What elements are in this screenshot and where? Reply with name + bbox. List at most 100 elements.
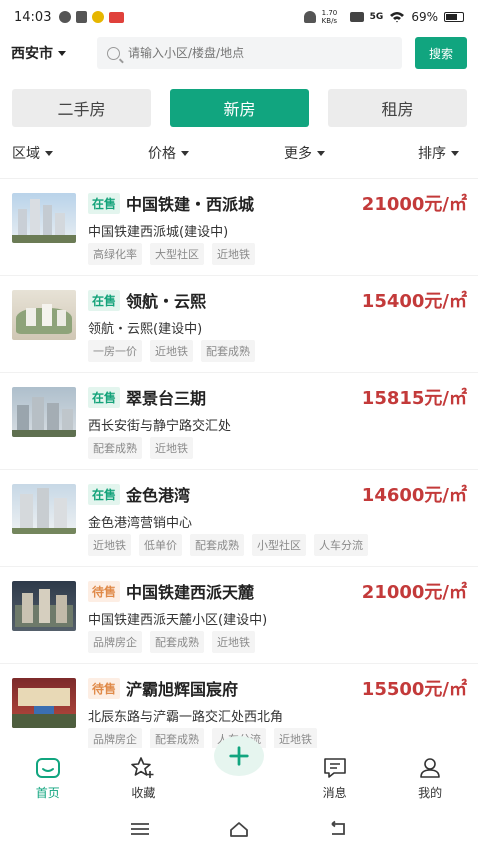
nav-favorites-label: 收藏 xyxy=(131,785,156,800)
listing-thumbnail xyxy=(12,581,76,631)
tag: 近地铁 xyxy=(212,243,255,265)
menu-icon[interactable] xyxy=(129,820,151,838)
network-type: 5G xyxy=(369,12,384,22)
listing-tags: 一房一价 近地铁 配套成熟 xyxy=(88,340,255,362)
listing-name: 领航・云熙 xyxy=(126,292,207,311)
listing-thumbnail xyxy=(12,484,76,534)
tag: 配套成熟 xyxy=(150,631,204,653)
chevron-down-icon xyxy=(58,50,66,56)
battery-level: 69% xyxy=(411,10,438,24)
tag: 近地铁 xyxy=(274,728,317,748)
chevron-down-icon xyxy=(181,150,189,156)
back-icon[interactable] xyxy=(327,820,349,838)
listing-address: 金色港湾营销中心 xyxy=(88,516,193,531)
filter-more[interactable]: 更多 xyxy=(284,143,325,163)
tab-second-hand[interactable]: 二手房 xyxy=(12,89,151,127)
listing-address: 中国铁建西派城(建设中) xyxy=(88,225,229,240)
tag: 近地铁 xyxy=(212,631,255,653)
listing-price: 21000元/㎡ xyxy=(361,582,467,603)
nav-profile-label: 我的 xyxy=(418,785,443,800)
listing-title-row: 待售 浐霸旭辉国宸府 xyxy=(88,676,238,700)
bottom-nav: 首页 收藏 消息 我的 xyxy=(0,736,478,808)
list-item[interactable]: 在售 领航・云熙 15400元/㎡ 领航・云熙(建设中) 一房一价 近地铁 配套… xyxy=(0,276,478,373)
filter-area[interactable]: 区域 xyxy=(12,143,53,163)
tag: 一房一价 xyxy=(88,340,142,362)
add-button[interactable] xyxy=(213,736,264,776)
status-time: 14:03 xyxy=(14,9,52,25)
wifi-icon xyxy=(390,12,405,23)
status-badge: 在售 xyxy=(88,192,121,214)
nav-messages-label: 消息 xyxy=(322,785,347,800)
listing-title-row: 待售 中国铁建西派天麓 xyxy=(88,579,254,603)
eye-icon xyxy=(92,11,105,23)
listing-price: 21000元/㎡ xyxy=(361,194,467,215)
home-button-icon[interactable] xyxy=(228,820,250,838)
listing-price: 15815元/㎡ xyxy=(361,388,467,409)
nav-favorites[interactable]: 收藏 xyxy=(96,748,192,808)
filter-bar: 区域 价格 更多 排序 xyxy=(0,143,478,163)
search-button[interactable]: 搜索 xyxy=(415,37,467,69)
filter-sort[interactable]: 排序 xyxy=(418,143,459,163)
search-input[interactable] xyxy=(128,46,392,60)
listing-address: 领航・云熙(建设中) xyxy=(88,322,203,337)
plus-icon xyxy=(229,746,249,766)
listing-title-row: 在售 金色港湾 xyxy=(88,482,190,506)
nav-messages[interactable]: 消息 xyxy=(287,748,383,808)
status-badge: 在售 xyxy=(88,289,121,311)
profile-icon xyxy=(420,757,440,778)
tag: 近地铁 xyxy=(150,340,193,362)
list-item[interactable]: 在售 中国铁建・西派城 21000元/㎡ 中国铁建西派城(建设中) 高绿化率 大… xyxy=(0,179,478,276)
tag: 高绿化率 xyxy=(88,243,142,265)
listing-name: 金色港湾 xyxy=(126,486,191,505)
list-item[interactable]: 在售 翠景台三期 15815元/㎡ 西长安街与静宁路交汇处 配套成熟 近地铁 xyxy=(0,373,478,470)
listing-title-row: 在售 领航・云熙 xyxy=(88,288,206,312)
tag: 近地铁 xyxy=(88,534,131,556)
chevron-down-icon xyxy=(317,150,325,156)
nav-home-label: 首页 xyxy=(35,785,60,800)
net-speed: 1.70 KB/s xyxy=(321,9,338,25)
listing-name: 中国铁建西派天麓 xyxy=(126,583,255,602)
battery-icon xyxy=(444,12,464,22)
filter-more-label: 更多 xyxy=(284,146,312,162)
tag: 人车分流 xyxy=(314,534,368,556)
listing-name: 浐霸旭辉国宸府 xyxy=(126,680,239,699)
city-selector[interactable]: 西安市 xyxy=(11,43,97,63)
listing-thumbnail xyxy=(12,193,76,243)
chevron-down-icon xyxy=(45,150,53,156)
hd-icon xyxy=(349,12,364,22)
listing-tags: 配套成熟 近地铁 xyxy=(88,437,193,459)
search-row: 西安市 搜索 xyxy=(0,36,478,70)
listing-address: 中国铁建西派天麓小区(建设中) xyxy=(88,613,268,628)
status-badge: 待售 xyxy=(88,580,121,602)
tag: 大型社区 xyxy=(150,243,204,265)
filter-price-label: 价格 xyxy=(148,146,176,162)
home-icon xyxy=(35,757,60,778)
search-icon xyxy=(107,46,120,60)
status-badge: 在售 xyxy=(88,483,121,505)
list-item[interactable]: 在售 金色港湾 14600元/㎡ 金色港湾营销中心 近地铁 低单价 配套成熟 小… xyxy=(0,470,478,567)
tag: 品牌房企 xyxy=(88,728,142,748)
list-item[interactable]: 待售 中国铁建西派天麓 21000元/㎡ 中国铁建西派天麓小区(建设中) 品牌房… xyxy=(0,567,478,664)
listing-title-row: 在售 中国铁建・西派城 xyxy=(88,191,254,215)
chevron-down-icon xyxy=(451,150,459,156)
listing-address: 西长安街与静宁路交汇处 xyxy=(88,419,232,434)
nav-add[interactable] xyxy=(191,736,287,808)
tag: 配套成熟 xyxy=(88,437,142,459)
status-bar: 14:03 1.70 KB/s 5G 69% xyxy=(0,0,478,34)
filter-price[interactable]: 价格 xyxy=(148,143,189,163)
star-add-icon xyxy=(131,756,154,778)
tab-rent[interactable]: 租房 xyxy=(328,89,467,127)
status-badge: 待售 xyxy=(88,677,121,699)
tag: 配套成熟 xyxy=(190,534,244,556)
listing-thumbnail xyxy=(12,387,76,437)
listing-tags: 品牌房企 配套成熟 近地铁 xyxy=(88,631,255,653)
listing-list: 在售 中国铁建・西派城 21000元/㎡ 中国铁建西派城(建设中) 高绿化率 大… xyxy=(0,178,478,748)
listing-price: 15500元/㎡ xyxy=(361,679,467,700)
missed-call-icon xyxy=(76,11,88,23)
nav-profile[interactable]: 我的 xyxy=(382,748,478,808)
app-badge-icon xyxy=(109,11,125,23)
tag: 低单价 xyxy=(139,534,182,556)
nav-home[interactable]: 首页 xyxy=(0,748,96,808)
search-box[interactable] xyxy=(97,37,402,69)
tab-new-house[interactable]: 新房 xyxy=(170,89,309,127)
